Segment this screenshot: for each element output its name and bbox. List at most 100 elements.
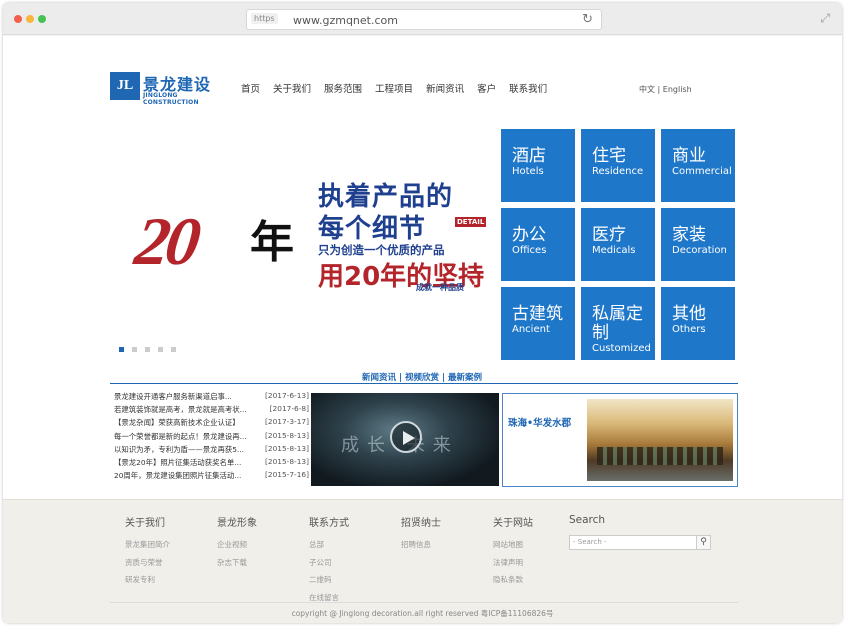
list-item[interactable]: 20周年，景龙建设集团照片征集活动... [2015-7-16] <box>114 470 309 483</box>
tile-residence[interactable]: 住宅 Residence <box>581 129 655 202</box>
footer-link[interactable]: 隐私条款 <box>493 571 533 589</box>
news-title[interactable]: 若建筑装饰就是高考，景龙就是高考状... <box>114 404 254 417</box>
tile-ancient[interactable]: 古建筑 Ancient <box>501 287 575 360</box>
banner-line5: 成就一种品质 <box>416 283 464 292</box>
service-tiles: 酒店 Hotels 住宅 Residence 商业 Commercial 办公 Offi… <box>501 129 737 363</box>
footer-link[interactable]: 子公司 <box>309 554 349 572</box>
tile-others[interactable]: 其他 Others <box>661 287 735 360</box>
nav-item-clients[interactable]: 客户 <box>477 81 496 95</box>
tile-en: Hotels <box>512 166 544 177</box>
tile-customized[interactable]: 私属定制 Customized <box>581 287 655 360</box>
footer-search-label: Search <box>569 514 606 526</box>
list-item[interactable]: 【景龙杂闻】荣获高新技术企业认证】 [2017-3-17] <box>114 417 309 430</box>
tile-en: Decoration <box>672 245 727 256</box>
news-title[interactable]: 【景龙杂闻】荣获高新技术企业认证】 <box>114 417 254 430</box>
tile-cn: 酒店 <box>512 146 546 166</box>
nav-item-services[interactable]: 服务范围 <box>324 81 362 95</box>
footer-col-contact: 联系方式 总部 子公司 二维码 在线留言 <box>309 514 349 606</box>
news-title[interactable]: 以知识为矛，专利为盾——景龙再获5... <box>114 444 254 457</box>
list-item[interactable]: 若建筑装饰就是高考，景龙就是高考状... [2017-6-8] <box>114 404 309 417</box>
footer-link[interactable]: 在线留言 <box>309 589 349 607</box>
carousel-dot-1[interactable] <box>119 347 124 352</box>
tile-en: Commercial <box>672 166 732 177</box>
nav-item-projects[interactable]: 工程项目 <box>375 81 413 95</box>
search-icon[interactable]: ⚲ <box>696 535 711 550</box>
list-item[interactable]: 以知识为矛，专利为盾——景龙再获5... [2015-8-13] <box>114 444 309 457</box>
footer-search-input[interactable]: - Search - <box>569 535 697 550</box>
logo-en-text: JINGLONG CONSTRUCTION <box>143 92 199 106</box>
carousel-dot-3[interactable] <box>145 347 150 352</box>
news-date: [2015-8-13] <box>264 430 309 440</box>
close-window-button[interactable] <box>14 15 22 23</box>
list-item[interactable]: 【景龙20年】照片征集活动获奖名单... [2015-8-13] <box>114 457 309 470</box>
news-title[interactable]: 每一个荣誉都是新的起点！景龙建设再... <box>114 431 254 444</box>
play-icon[interactable] <box>390 421 422 453</box>
expand-icon[interactable]: ⤢ <box>820 11 830 26</box>
web-page: JL 景龙建设 JINGLONG CONSTRUCTION 首页 关于我们 服务… <box>3 36 842 623</box>
carousel-dot-4[interactable] <box>158 347 163 352</box>
tile-commercial[interactable]: 商业 Commercial <box>661 129 735 202</box>
section-tabs[interactable]: 新闻资讯 | 视频欣赏 | 最新案例 <box>362 371 482 383</box>
carousel-dots <box>119 347 176 352</box>
footer-link[interactable]: 研发专利 <box>125 571 170 589</box>
news-date: [2017-3-17] <box>264 417 309 427</box>
tile-cn: 家装 <box>672 225 706 245</box>
nav-item-home[interactable]: 首页 <box>241 81 260 95</box>
tile-cn: 住宅 <box>592 146 626 166</box>
footer-link[interactable]: 网站地图 <box>493 536 533 554</box>
footer-link[interactable]: 招聘信息 <box>401 536 441 554</box>
nav-item-contact[interactable]: 联系我们 <box>509 81 547 95</box>
maximize-window-button[interactable] <box>38 15 46 23</box>
minimize-window-button[interactable] <box>26 15 34 23</box>
tile-offices[interactable]: 办公 Offices <box>501 208 575 281</box>
news-title[interactable]: 【景龙20年】照片征集活动获奖名单... <box>114 457 254 470</box>
tile-en: Customized <box>592 343 651 354</box>
copyright-text: copyright @ Jinglong decoration.all righ… <box>291 609 554 618</box>
https-badge: https <box>251 13 278 24</box>
tabs-divider <box>110 383 738 384</box>
tile-cn: 办公 <box>512 225 546 245</box>
carousel-dot-2[interactable] <box>132 347 137 352</box>
news-date: [2015-8-13] <box>264 456 309 466</box>
footer-col-heading: 联系方式 <box>309 518 349 529</box>
tile-en: Residence <box>592 166 644 177</box>
list-item[interactable]: 景龙建设开通客户服务新渠道启事... [2017-6-13] <box>114 391 309 404</box>
news-title[interactable]: 20周年，景龙建设集团照片征集活动... <box>114 470 254 483</box>
tile-en: Others <box>672 324 706 335</box>
tile-medicals[interactable]: 医疗 Medicals <box>581 208 655 281</box>
tile-decoration[interactable]: 家装 Decoration <box>661 208 735 281</box>
footer-col-careers: 招贤纳士 招聘信息 <box>401 514 441 554</box>
footer-link[interactable]: 法律声明 <box>493 554 533 572</box>
video-player[interactable]: 成长 未来 <box>311 393 499 486</box>
language-switch[interactable]: 中文 | English <box>639 84 692 95</box>
main-nav: 首页 关于我们 服务范围 工程项目 新闻资讯 客户 联系我们 <box>241 81 547 95</box>
news-date: [2017-6-13] <box>264 391 309 400</box>
address-bar[interactable]: https www.gzmqnet.com ↻ <box>246 9 602 30</box>
reload-icon[interactable]: ↻ <box>582 12 593 27</box>
footer-link[interactable]: 杂志下载 <box>217 554 257 572</box>
site-logo[interactable]: JL 景龙建设 JINGLONG CONSTRUCTION <box>110 72 234 106</box>
footer-link[interactable]: 企业视频 <box>217 536 257 554</box>
nav-item-news[interactable]: 新闻资讯 <box>426 81 464 95</box>
hero-banner[interactable]: 20 年 执着产品的 每个细节 DETAIL 只为创造一个优质的产品 用20年的… <box>110 128 498 360</box>
carousel-dot-5[interactable] <box>171 347 176 352</box>
footer-col-heading: 景龙形象 <box>217 518 257 529</box>
latest-case-card[interactable]: 珠海•华发水郡 <box>502 393 738 487</box>
tile-cn: 私属定制 <box>592 304 643 343</box>
case-title[interactable]: 珠海•华发水郡 <box>508 415 571 429</box>
banner-20: 20 <box>130 203 202 279</box>
browser-window: https www.gzmqnet.com ↻ ⤢ JL 景龙建设 JINGLO… <box>3 3 842 623</box>
list-item[interactable]: 每一个荣誉都是新的起点！景龙建设再... [2015-8-13] <box>114 431 309 444</box>
site-footer: 关于我们 景龙集团简介 资质与荣誉 研发专利 景龙形象 企业视频 杂志下载 联系… <box>3 499 842 623</box>
footer-link[interactable]: 总部 <box>309 536 349 554</box>
tile-hotels[interactable]: 酒店 Hotels <box>501 129 575 202</box>
case-image[interactable] <box>587 399 733 481</box>
footer-link[interactable]: 资质与荣誉 <box>125 554 170 572</box>
footer-link[interactable]: 景龙集团简介 <box>125 536 170 554</box>
news-title[interactable]: 景龙建设开通客户服务新渠道启事... <box>114 391 254 404</box>
url-text[interactable]: www.gzmqnet.com <box>293 14 398 27</box>
tile-en: Medicals <box>592 245 636 256</box>
news-list: 景龙建设开通客户服务新渠道启事... [2017-6-13] 若建筑装饰就是高考，… <box>114 391 309 483</box>
footer-link[interactable]: 二维码 <box>309 571 349 589</box>
nav-item-about[interactable]: 关于我们 <box>273 81 311 95</box>
